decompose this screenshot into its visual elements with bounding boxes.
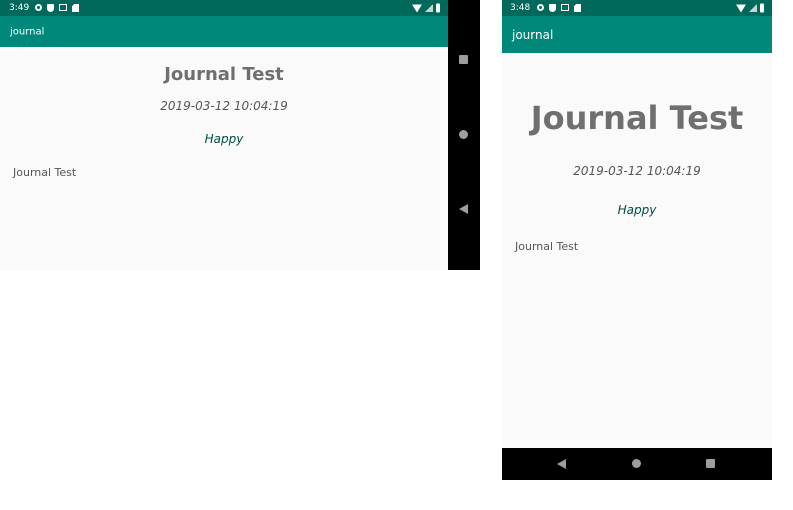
wifi-icon bbox=[412, 4, 422, 12]
recents-icon[interactable] bbox=[459, 55, 468, 64]
landscape-screen: 3:49 journal Journal Test 2019-03-12 10:… bbox=[0, 0, 480, 270]
wifi-icon bbox=[736, 4, 746, 12]
journal-entry-view: Journal Test 2019-03-12 10:04:19 Happy J… bbox=[502, 53, 772, 448]
battery-icon bbox=[436, 3, 440, 13]
sd-card-icon bbox=[574, 4, 581, 12]
status-bar: 3:49 bbox=[0, 0, 448, 16]
settings-icon bbox=[35, 4, 42, 11]
navigation-bar bbox=[502, 448, 772, 480]
font-icon bbox=[561, 4, 569, 11]
system-icons bbox=[412, 3, 440, 13]
app-bar: journal bbox=[0, 16, 448, 47]
status-time: 3:48 bbox=[510, 3, 531, 13]
app-title: journal bbox=[512, 27, 554, 42]
portrait-screen: 3:48 journal Journal Test 2019-03-12 10:… bbox=[502, 0, 772, 480]
system-icons bbox=[736, 3, 764, 13]
app-title: journal bbox=[10, 26, 45, 37]
entry-mood: Happy bbox=[617, 203, 657, 217]
entry-body: Journal Test bbox=[13, 166, 77, 179]
app-bar: journal bbox=[502, 16, 772, 53]
entry-body: Journal Test bbox=[515, 240, 579, 253]
entry-date: 2019-03-12 10:04:19 bbox=[160, 99, 288, 113]
signal-icon bbox=[749, 4, 757, 12]
notification-icons bbox=[537, 4, 581, 12]
notification-icons bbox=[35, 4, 79, 12]
signal-icon bbox=[425, 4, 433, 12]
back-icon[interactable] bbox=[557, 459, 566, 469]
journal-entry-view: Journal Test 2019-03-12 10:04:19 Happy J… bbox=[0, 47, 448, 270]
status-time: 3:49 bbox=[9, 3, 30, 13]
battery-icon bbox=[760, 3, 764, 13]
shield-icon bbox=[47, 4, 54, 12]
navigation-bar bbox=[448, 0, 480, 270]
home-icon[interactable] bbox=[459, 130, 468, 139]
back-icon[interactable] bbox=[459, 204, 468, 214]
entry-date: 2019-03-12 10:04:19 bbox=[573, 164, 701, 178]
entry-title: Journal Test bbox=[164, 64, 284, 85]
sd-card-icon bbox=[72, 4, 79, 12]
home-icon[interactable] bbox=[632, 459, 641, 468]
status-bar: 3:48 bbox=[502, 0, 772, 16]
recents-icon[interactable] bbox=[706, 459, 715, 468]
entry-title: Journal Test bbox=[530, 99, 744, 137]
entry-mood: Happy bbox=[204, 132, 244, 146]
shield-icon bbox=[549, 4, 556, 12]
settings-icon bbox=[537, 4, 544, 11]
font-icon bbox=[59, 4, 67, 11]
